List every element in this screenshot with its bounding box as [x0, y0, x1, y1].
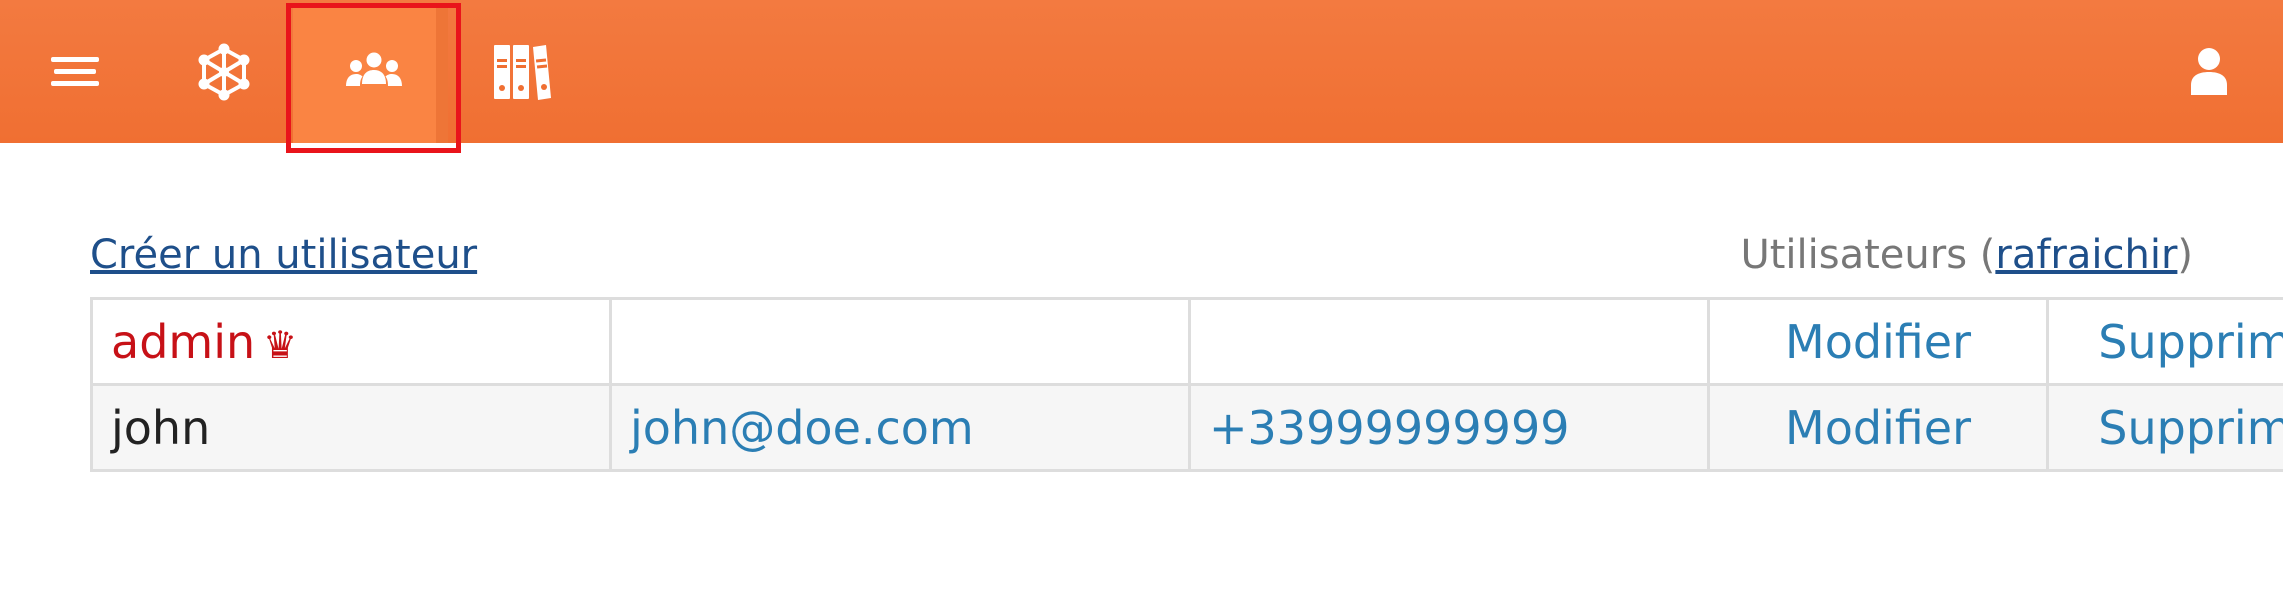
network-nav-button[interactable] [149, 0, 298, 143]
edit-user-button[interactable]: Modifier [1785, 401, 1971, 455]
users-heading-close: ) [2177, 232, 2193, 278]
user-phone[interactable]: +33999999999 [1209, 401, 1569, 455]
user-phone-cell [1188, 297, 1710, 386]
delete-user-button[interactable]: Supprimer [2098, 401, 2283, 455]
user-email[interactable]: john@doe.com [630, 401, 974, 455]
library-nav-button[interactable] [447, 0, 596, 143]
delete-cell: Supprimer [2046, 383, 2283, 472]
user-phone-cell: +33999999999 [1188, 383, 1710, 472]
delete-user-button[interactable]: Supprimer [2098, 315, 2283, 369]
hamburger-menu-icon [50, 56, 99, 86]
table-row: john john@doe.com +33999999999 Modifier … [90, 383, 2283, 472]
user-email-cell: john@doe.com [609, 383, 1191, 472]
users-table: admin♛ Modifier Supprimer john john@doe.… [90, 297, 2283, 472]
user-email-cell [609, 297, 1191, 386]
menu-button[interactable] [0, 0, 149, 143]
user-account-icon [2190, 47, 2227, 95]
binders-library-icon [493, 44, 551, 100]
edit-cell: Modifier [1707, 383, 2049, 472]
create-user-link[interactable]: Créer un utilisateur [90, 232, 477, 278]
network-icon [198, 43, 249, 100]
users-heading-label: Utilisateurs ( [1740, 232, 1996, 278]
edit-user-button[interactable]: Modifier [1785, 315, 1971, 369]
users-page-header: Créer un utilisateur Utilisateurs (rafra… [90, 222, 2193, 292]
user-name: john [111, 400, 211, 455]
refresh-link[interactable]: rafraichir [1995, 232, 2177, 278]
crown-icon: ♛ [263, 322, 298, 367]
users-heading: Utilisateurs (rafraichir) [1740, 232, 2193, 278]
users-nav-button[interactable] [286, 0, 461, 143]
user-name: admin [111, 314, 256, 369]
edit-cell: Modifier [1707, 297, 2049, 386]
delete-cell: Supprimer [2046, 297, 2283, 386]
user-name-cell: admin ♛ [90, 297, 612, 386]
account-button[interactable] [2134, 0, 2283, 143]
top-navigation-bar [0, 0, 2283, 153]
table-row: admin♛ Modifier Supprimer [90, 297, 2283, 386]
users-group-icon [345, 52, 402, 86]
user-name-cell: john [90, 383, 612, 472]
